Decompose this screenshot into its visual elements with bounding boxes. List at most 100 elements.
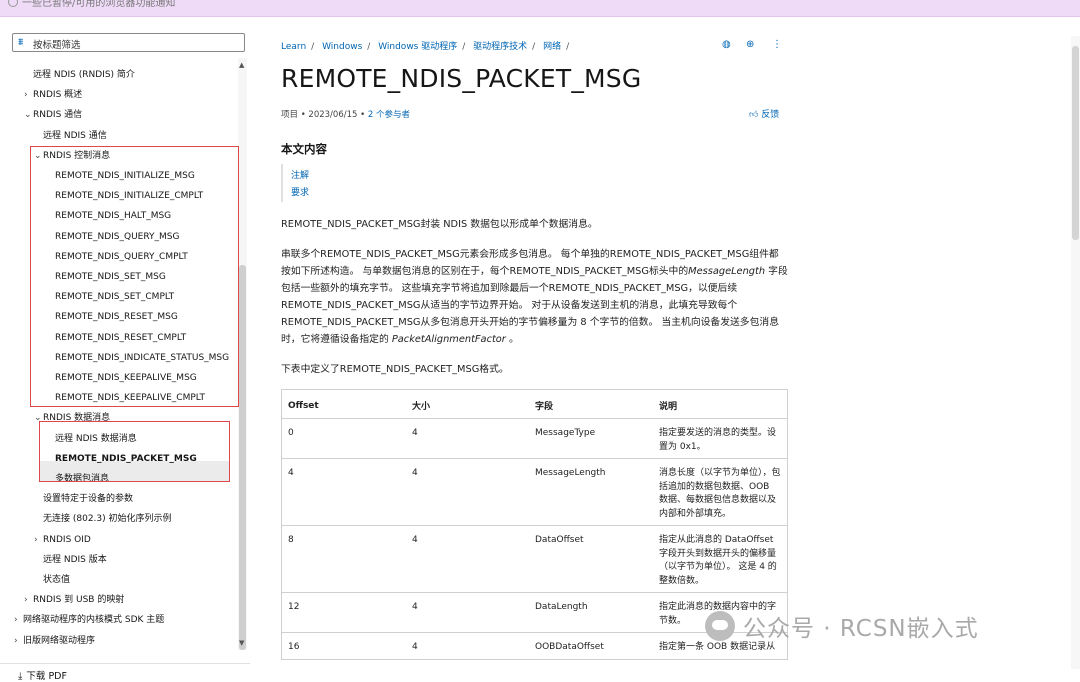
table-cell: 16 [281,632,406,660]
scroll-up-icon[interactable]: ▲ [239,61,244,69]
divider [0,663,250,664]
add-collection-icon[interactable]: ⊕ [746,39,754,50]
feedback-label: 反馈 [761,110,780,120]
column-header: Offset [281,389,406,419]
in-page-nav-line [281,164,283,202]
sidebar-item[interactable]: › RNDIS OID [34,533,91,547]
filter-icon: ⩩ [18,37,24,48]
filter-placeholder: 按标题筛选 [33,40,81,51]
chevron-down-icon[interactable]: ⌄ [24,108,33,122]
table-cell: 消息长度（以字节为单位），包括追加的数据包数据、OOB 数据、每数据包信息数据以… [653,458,788,526]
column-header: 字段 [529,389,653,419]
sidebar-item-label: 旧版网络驱动程序 [23,636,96,646]
download-pdf-button[interactable]: ⤓ 下载 PDF [18,668,67,682]
chevron-right-icon[interactable]: › [24,88,33,102]
column-header: 说明 [653,389,788,419]
page-scrollbar-thumb[interactable] [1072,46,1079,240]
thumbs-up-icon: 👍︎ [749,110,759,120]
chevron-right-icon[interactable]: › [14,613,23,627]
sidebar-item[interactable]: › 旧版网络驱动程序 [14,634,95,648]
table-cell: OOBDataOffset [529,632,653,660]
table-row: 0 4 MessageType 指定要发送的消息的类型。设置为 0x1。 [281,418,788,459]
table-cell: MessageLength [529,458,653,526]
table-row: 8 4 DataOffset 指定从此消息的 DataOffset 字段开头到数据开头… [281,525,788,593]
page-title: REMOTE_NDIS_PACKET_MSG [281,64,642,93]
breadcrumb-item[interactable]: 网络 [543,42,561,52]
sidebar-item[interactable]: 设置特定于设备的参数 [43,492,133,506]
table-cell: 8 [281,525,406,593]
sidebar-item[interactable]: ⌄RNDIS 通信 [24,108,82,122]
sidebar-item[interactable]: 远程 NDIS 版本 [43,553,107,567]
page-scrollbar[interactable] [1071,36,1080,669]
sidebar-item[interactable]: 无连接 (802.3) 初始化序列示例 [43,512,172,526]
table-cell: DataLength [529,592,653,633]
chevron-right-icon[interactable]: › [34,533,43,547]
highlight-box-data-messages [39,421,230,482]
field-name: MessageLength [688,266,766,277]
sidebar-item-label: RNDIS 到 USB 的映射 [33,595,125,605]
table-cell: 4 [406,458,529,526]
chevron-right-icon[interactable]: › [14,634,23,648]
download-pdf-label: 下载 PDF [26,671,67,682]
table-cell: 4 [406,418,529,459]
sidebar-item-label: 远程 NDIS 通信 [43,131,107,141]
sidebar-item-label: 设置特定于设备的参数 [43,494,134,504]
toc-link-remarks[interactable]: 注解 [291,168,309,181]
breadcrumb-item[interactable]: Windows [322,42,362,52]
table-row: 4 4 MessageLength 消息长度（以字节为单位），包括追加的数据包数据、O… [281,458,788,526]
paragraph-table-intro: 下表中定义了REMOTE_NDIS_PACKET_MSG格式。 [281,364,509,375]
sidebar-item[interactable]: 状态值 [43,573,70,587]
sidebar-item-label: 远程 NDIS 版本 [43,555,107,565]
table-cell: 4 [281,458,406,526]
table-cell: 4 [406,592,529,633]
sidebar-item[interactable]: › RNDIS 到 USB 的映射 [24,593,124,607]
sidebar-item[interactable]: › RNDIS 概述 [24,88,82,102]
article-meta: 项目 • 2023/06/15 • 2 个参与者 [281,108,410,120]
sidebar-item-label: 状态值 [43,575,71,585]
feedback-button[interactable]: 👍︎ 反馈 [749,107,779,120]
breadcrumb-item[interactable]: Learn [281,42,306,52]
sidebar-item[interactable]: 远程 NDIS 通信 [43,129,107,143]
sidebar-scrollbar-thumb[interactable] [239,265,246,650]
watermark-text: 公众号 · RCSN嵌入式 [743,616,979,642]
filter-input[interactable]: ⩩ 按标题筛选 [12,33,245,52]
field-name: PacketAlignmentFactor [391,334,506,345]
wechat-logo-icon [705,611,735,641]
sidebar-item-label: 远程 NDIS (RNDIS) 简介 [33,70,135,80]
notification-text: 一些已暂停/可用的浏览器功能通知 [22,0,176,9]
sidebar-item-label: RNDIS 通信 [33,110,83,120]
table-cell: 指定要发送的消息的类型。设置为 0x1。 [653,418,788,459]
sidebar-item[interactable]: 远程 NDIS (RNDIS) 简介 [33,68,135,82]
toc-link-requirements[interactable]: 要求 [291,185,309,198]
sidebar-item-label: 无连接 (802.3) 初始化序列示例 [43,514,172,524]
sidebar-item[interactable]: › 网络驱动程序的内核模式 SDK 主题 [14,613,164,627]
paragraph-multi-packet: 串联多个REMOTE_NDIS_PACKET_MSG元素会形成多包消息。 每个单… [281,246,788,348]
notification-bar: 一些已暂停/可用的浏览器功能通知 [0,0,1080,17]
table-cell: 12 [281,592,406,633]
table-cell: 4 [406,525,529,593]
breadcrumb-item[interactable]: Windows 驱动程序 [378,42,457,52]
sidebar-item-label: RNDIS 概述 [33,90,83,100]
paragraph-intro: REMOTE_NDIS_PACKET_MSG封装 NDIS 数据包以形成单个数据… [281,219,598,230]
table-cell: DataOffset [529,525,653,593]
column-header: 大小 [406,389,529,419]
download-icon: ⤓ [18,671,23,682]
table-cell: MessageType [529,418,653,459]
globe-icon[interactable]: ◍ [722,39,731,50]
chevron-right-icon[interactable]: › [24,593,33,607]
table-cell: 0 [281,418,406,459]
paragraph-text: 。 [505,334,519,345]
scroll-down-icon[interactable]: ▼ [239,639,244,647]
sidebar-item-label: RNDIS OID [43,535,91,545]
table-cell: 指定从此消息的 DataOffset 字段开头到数据开头的偏移量（以字节为单位）… [653,525,788,593]
breadcrumb-item[interactable]: 驱动程序技术 [473,42,527,52]
contributors-link[interactable]: 2 个参与者 [368,110,410,120]
in-this-article-heading: 本文内容 [281,142,327,156]
watermark: 公众号 · RCSN嵌入式 [705,609,979,643]
paragraph-text: 字段包括一些额外的填充字节。 这些填充字节将追加到除最后一个REMOTE_NDI… [281,266,788,345]
table-header-row: Offset 大小 字段 说明 [281,389,788,419]
meta-date: 项目 • 2023/06/15 • [281,110,368,120]
breadcrumb: Learn / Windows / Windows 驱动程序 / 驱动程序技术 / 网络… [281,42,570,52]
table-cell: 4 [406,632,529,660]
more-options-icon[interactable]: ⋮ [772,39,782,50]
